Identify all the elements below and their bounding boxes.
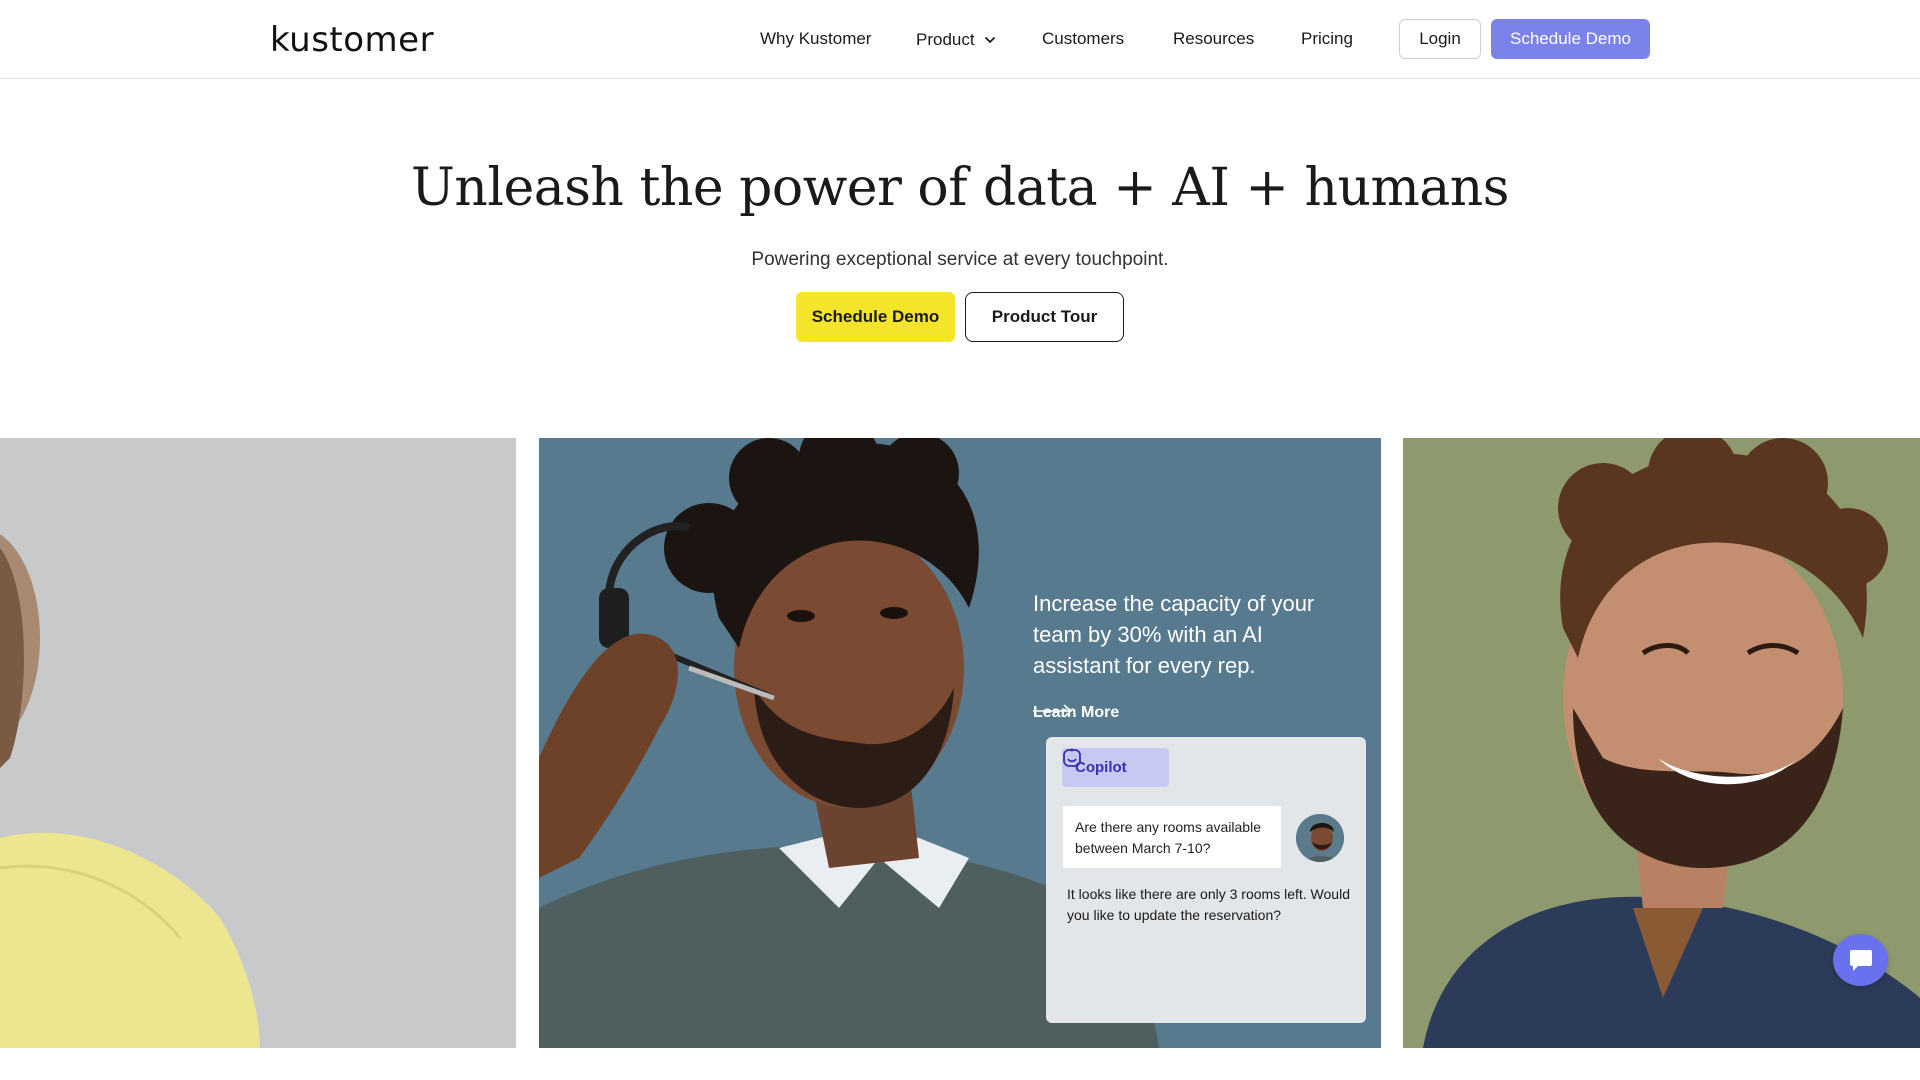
learn-more-link[interactable]: Learn More [1033,704,1119,722]
schedule-demo-nav-button[interactable]: Schedule Demo [1491,19,1650,59]
carousel-slide-center[interactable]: Increase the capacity of your team by 30… [539,438,1381,1048]
login-button[interactable]: Login [1399,19,1481,59]
woman-photo [0,438,516,1048]
nav-customers[interactable]: Customers [1042,29,1124,49]
copilot-label: Copilot [1075,759,1127,776]
customer-question: Are there any rooms available between Ma… [1063,806,1281,868]
chevron-down-icon [984,37,995,44]
copilot-card: Copilot Are there any rooms available be… [1046,737,1366,1023]
feature-headline: Increase the capacity of your team by 30… [1033,591,1315,678]
carousel-slide-left[interactable] [0,438,516,1048]
copilot-icon [1063,748,1081,767]
hero-title: Unleash the power of data + AI + humans [411,158,1509,218]
nav-product[interactable]: Product [916,30,997,50]
chat-icon [1849,950,1872,971]
avatar [1296,814,1344,862]
nav-product-label: Product [916,30,975,49]
copilot-answer: It looks like there are only 3 rooms lef… [1067,886,1350,923]
chat-launcher-button[interactable] [1833,934,1888,986]
arrow-right-icon [1033,704,1073,718]
product-tour-button[interactable]: Product Tour [965,292,1124,342]
nav-pricing[interactable]: Pricing [1301,29,1353,49]
nav-resources[interactable]: Resources [1173,29,1254,49]
copilot-badge: Copilot [1062,748,1169,787]
schedule-demo-button[interactable]: Schedule Demo [796,292,955,342]
nav-why-kustomer[interactable]: Why Kustomer [760,29,871,49]
site-header: kustomer Why Kustomer Product Customers … [0,0,1920,79]
kustomer-logo[interactable]: kustomer [270,20,434,60]
hero-subtitle: Powering exceptional service at every to… [751,249,1169,270]
